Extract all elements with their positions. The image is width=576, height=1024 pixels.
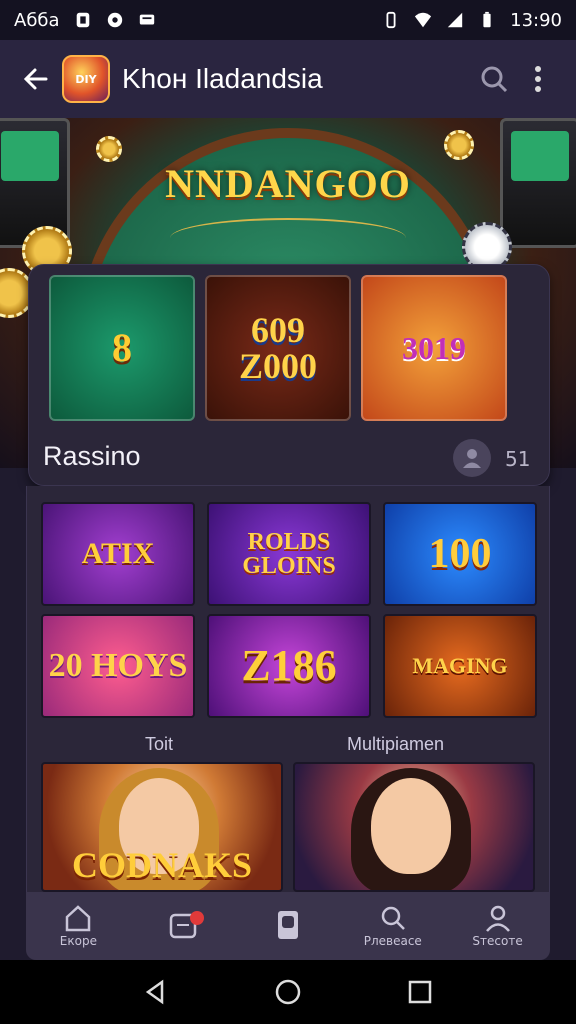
phone-icon xyxy=(277,911,298,939)
status-bar: Aбба 13:90 xyxy=(0,0,576,40)
big-tiles: CODNAKS xyxy=(41,762,535,892)
recents-square-icon[interactable] xyxy=(406,978,434,1006)
home-icon xyxy=(66,905,91,932)
bottom-nav: Екоре Рлевеасе Sтесоте xyxy=(26,892,550,960)
player-count: 51 xyxy=(505,447,531,471)
app-bar: DIY Khон Iladandsia xyxy=(0,40,576,118)
back-arrow-icon xyxy=(23,68,48,90)
search-button[interactable] xyxy=(472,57,516,101)
section-label-left[interactable]: Toit xyxy=(145,734,173,755)
nav-item-search[interactable]: Рлевеасе xyxy=(348,904,438,948)
game-tile[interactable]: ROLDS GLOINS xyxy=(207,502,371,606)
search-icon xyxy=(381,906,405,930)
featured-game-tile[interactable]: 3019 xyxy=(361,275,507,421)
home-circle-icon[interactable] xyxy=(274,978,302,1006)
nav-label: Sтесоте xyxy=(472,934,523,948)
character-face xyxy=(371,778,451,874)
more-vert-icon xyxy=(535,66,541,92)
big-game-title: CODNAKS xyxy=(71,845,253,885)
vibrate-icon xyxy=(386,11,396,29)
games-area: ATIX ROLDS GLOINS 100 20 HOYS Z186 MAGIN… xyxy=(26,486,550,892)
app-title: Khон Iladandsia xyxy=(122,63,323,94)
back-triangle-icon[interactable] xyxy=(142,978,170,1006)
game-grid: ATIX ROLDS GLOINS 100 20 HOYS Z186 MAGIN… xyxy=(41,502,537,718)
battery-icon xyxy=(483,11,491,28)
nav-item-calendar[interactable] xyxy=(138,911,228,941)
game-tile[interactable]: 100 xyxy=(383,502,537,606)
notification-icon xyxy=(76,12,89,28)
user-icon xyxy=(463,449,481,468)
more-options-button[interactable] xyxy=(516,57,560,101)
avatar[interactable] xyxy=(453,439,491,477)
game-tile[interactable]: 20 HOYS xyxy=(41,614,195,718)
chip-gold xyxy=(444,130,474,160)
featured-label: Rassino xyxy=(43,441,141,471)
nav-item-home[interactable]: Екоре xyxy=(33,904,123,948)
status-time: 13:90 xyxy=(510,9,562,31)
featured-tiles: 8 609 Z000 3019 xyxy=(49,275,507,421)
profile-icon xyxy=(485,905,510,932)
hero-title: NNDANGOO xyxy=(165,161,411,206)
featured-game-tile[interactable]: 8 xyxy=(49,275,195,421)
system-nav-bar xyxy=(0,960,576,1024)
app-logo: DIY xyxy=(62,55,110,103)
section-label-right[interactable]: Multipiamen xyxy=(347,734,444,755)
status-text: Aбба xyxy=(14,9,60,31)
featured-card[interactable]: 8 609 Z000 3019 Rassino 51 xyxy=(28,264,550,486)
nav-item-profile[interactable]: Sтесоте xyxy=(453,904,543,948)
game-tile[interactable]: Z186 xyxy=(207,614,371,718)
app-notification-icon xyxy=(107,12,122,28)
nav-item-phone[interactable] xyxy=(243,909,333,943)
nav-label: Екоре xyxy=(59,934,97,948)
big-game-tile[interactable]: CODNAKS xyxy=(41,762,283,892)
message-icon xyxy=(139,14,154,25)
back-button[interactable] xyxy=(16,59,56,99)
notification-dot xyxy=(190,911,205,925)
section-labels: Toit Multipiamen xyxy=(27,732,551,760)
signal-icon xyxy=(447,12,463,28)
nav-label: Рлевеасе xyxy=(363,934,422,948)
logo-text: DIY xyxy=(75,72,97,86)
game-tile[interactable]: ATIX xyxy=(41,502,195,606)
wifi-icon xyxy=(415,12,432,28)
featured-game-tile[interactable]: 609 Z000 xyxy=(205,275,351,421)
table-ring xyxy=(170,218,406,258)
search-icon xyxy=(481,66,508,93)
chip-gold xyxy=(96,136,122,162)
game-tile[interactable]: MAGING xyxy=(383,614,537,718)
big-game-tile[interactable] xyxy=(293,762,535,892)
